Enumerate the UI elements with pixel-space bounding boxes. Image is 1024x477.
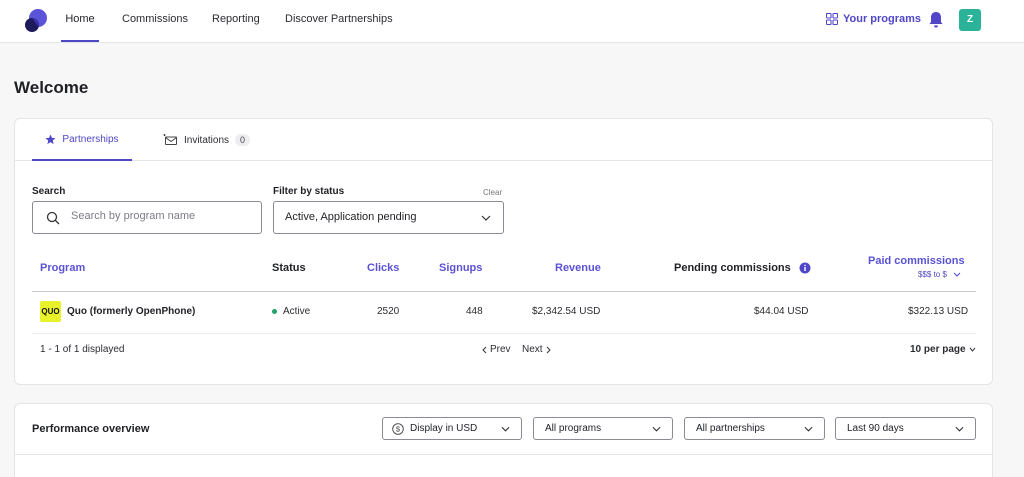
your-programs-link[interactable]: Your programs bbox=[826, 13, 921, 25]
per-page-select[interactable]: 10 per page bbox=[910, 344, 976, 355]
nav-commissions[interactable]: Commissions bbox=[122, 0, 188, 42]
row-divider bbox=[32, 333, 976, 334]
col-signups[interactable]: Signups bbox=[439, 262, 482, 274]
info-icon[interactable] bbox=[799, 262, 811, 274]
col-program[interactable]: Program bbox=[40, 262, 85, 274]
tab-invitations-label: Invitations bbox=[184, 134, 230, 146]
date-range-select[interactable]: Last 90 days bbox=[835, 417, 976, 440]
paid-sort-label: $$$ to $ bbox=[918, 270, 947, 279]
clicks-value: 2520 bbox=[377, 306, 400, 317]
partnerships-card: Partnerships Invitations 0 Search Filter… bbox=[14, 118, 993, 385]
chevron-down-icon bbox=[501, 426, 510, 432]
col-revenue[interactable]: Revenue bbox=[555, 262, 601, 274]
search-input[interactable] bbox=[71, 210, 251, 222]
search-label: Search bbox=[32, 186, 66, 197]
date-range-value: Last 90 days bbox=[847, 423, 904, 434]
dollar-circle-icon: $ bbox=[392, 423, 404, 435]
nav-discover-partnerships[interactable]: Discover Partnerships bbox=[285, 0, 393, 42]
invitations-count-badge: 0 bbox=[235, 134, 251, 146]
programs-select[interactable]: All programs bbox=[533, 417, 673, 440]
chevron-left-icon bbox=[482, 346, 487, 353]
nav-reporting[interactable]: Reporting bbox=[212, 0, 260, 42]
performance-title: Performance overview bbox=[32, 423, 150, 435]
tab-invitations[interactable]: Invitations 0 bbox=[163, 119, 251, 161]
chevron-down-icon bbox=[953, 272, 961, 277]
pending-value: $44.04 USD bbox=[754, 306, 809, 317]
prev-button[interactable]: Prev bbox=[482, 344, 511, 355]
currency-value: Display in USD bbox=[410, 423, 478, 434]
program-logo: QUO bbox=[40, 301, 61, 322]
chevron-down-icon bbox=[969, 347, 975, 352]
col-status: Status bbox=[272, 262, 306, 274]
top-nav: Home Commissions Reporting Discover Part… bbox=[0, 0, 1024, 43]
avatar[interactable]: Z bbox=[959, 9, 981, 31]
status-value: Active bbox=[283, 306, 311, 317]
chevron-down-icon bbox=[481, 215, 491, 221]
performance-divider bbox=[15, 454, 992, 455]
status-filter-select[interactable]: Active, Application pending bbox=[273, 201, 504, 234]
status-filter-label: Filter by status bbox=[273, 186, 345, 197]
chevron-down-icon bbox=[955, 426, 964, 432]
programs-value: All programs bbox=[545, 423, 602, 434]
col-paid-commissions[interactable]: Paid commissions bbox=[868, 255, 965, 267]
envelope-icon bbox=[163, 134, 177, 145]
tab-bar: Partnerships Invitations 0 bbox=[15, 119, 992, 161]
chevron-down-icon bbox=[652, 426, 661, 432]
partnerships-value: All partnerships bbox=[696, 423, 765, 434]
bell-icon[interactable] bbox=[928, 11, 944, 29]
col-clicks[interactable]: Clicks bbox=[367, 262, 399, 274]
status-filter-value: Active, Application pending bbox=[285, 211, 417, 223]
chevron-down-icon bbox=[804, 426, 813, 432]
search-icon bbox=[46, 211, 60, 225]
app-logo-icon[interactable] bbox=[22, 6, 50, 34]
tab-partnerships-label: Partnerships bbox=[62, 133, 119, 145]
next-button[interactable]: Next bbox=[522, 344, 551, 355]
chevron-right-icon bbox=[546, 346, 551, 353]
paid-sort-control[interactable]: $$$ to $ bbox=[918, 270, 961, 279]
signups-value: 448 bbox=[466, 306, 483, 317]
nav-home[interactable]: Home bbox=[61, 0, 99, 42]
next-label: Next bbox=[522, 344, 543, 355]
program-name[interactable]: Quo (formerly OpenPhone) bbox=[67, 306, 195, 317]
status-active-dot bbox=[272, 309, 277, 314]
grid-icon bbox=[826, 13, 838, 25]
star-icon bbox=[45, 133, 56, 144]
performance-card: Performance overview $ Display in USD Al… bbox=[14, 403, 993, 477]
pagination-summary: 1 - 1 of 1 displayed bbox=[40, 344, 125, 355]
search-field[interactable] bbox=[32, 201, 262, 234]
page-title: Welcome bbox=[14, 78, 89, 97]
revenue-value: $2,342.54 USD bbox=[532, 306, 601, 317]
col-pending-commissions: Pending commissions bbox=[674, 262, 791, 274]
per-page-label: 10 per page bbox=[910, 344, 966, 355]
your-programs-label: Your programs bbox=[843, 13, 922, 25]
prev-label: Prev bbox=[490, 344, 511, 355]
paid-value: $322.13 USD bbox=[908, 306, 969, 317]
partnerships-select[interactable]: All partnerships bbox=[684, 417, 825, 440]
table-header-divider bbox=[32, 291, 976, 292]
currency-select[interactable]: $ Display in USD bbox=[382, 417, 522, 440]
clear-filter-link[interactable]: Clear bbox=[483, 188, 502, 197]
svg-text:$: $ bbox=[396, 425, 401, 434]
tab-partnerships[interactable]: Partnerships bbox=[32, 119, 132, 161]
